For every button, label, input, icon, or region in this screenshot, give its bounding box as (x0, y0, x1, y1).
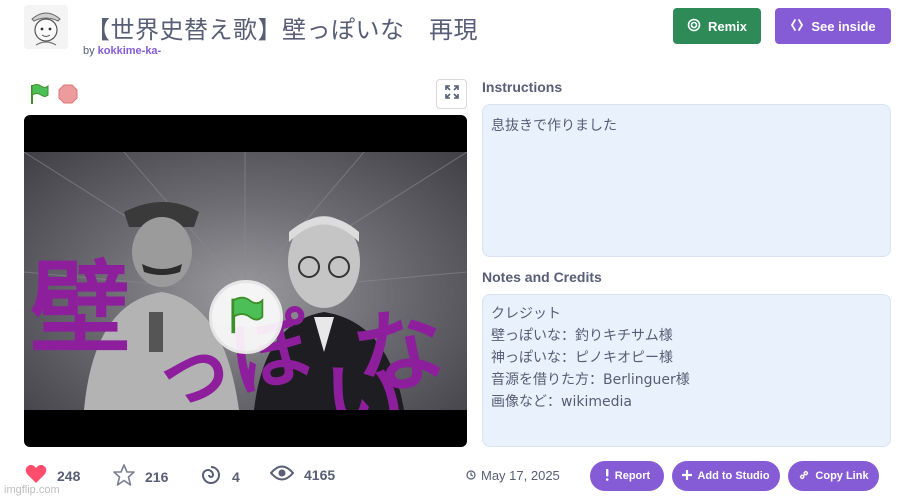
plus-icon (682, 469, 693, 483)
by-label: by (83, 45, 95, 57)
love-count: 248 (57, 467, 81, 484)
see-inside-icon (790, 18, 804, 35)
add-to-studio-label: Add to Studio (697, 470, 770, 482)
date-text: May 17, 2025 (481, 468, 560, 483)
favorite-count: 216 (145, 468, 169, 485)
notes-line: 神っぽいな：ピノキオピー様 (491, 350, 673, 366)
report-label: Report (614, 470, 651, 482)
stage-image: 壁 っぽ い な (24, 152, 467, 410)
remix-label: Remix (707, 18, 748, 34)
notes-line: 壁っぽいな：釣りキチサム様 (491, 328, 673, 344)
stop-icon[interactable] (58, 84, 78, 104)
link-icon (798, 469, 810, 484)
instructions-text: 息抜きで作りました (491, 118, 617, 134)
project-title: 【世界史替え歌】壁っぽいな 再現 (86, 16, 478, 44)
remix-count: 4 (232, 468, 240, 485)
see-inside-label: See inside (811, 18, 876, 34)
green-flag-icon[interactable] (28, 83, 50, 105)
share-date: May 17, 2025 (466, 468, 560, 483)
remix-button[interactable]: Remix (673, 8, 761, 44)
project-stage[interactable]: 壁 っぽ い な (24, 115, 467, 447)
notes-line: 画像など：wikimedia (491, 394, 632, 410)
report-button[interactable]: Report (590, 461, 664, 491)
overlay-text-kabe: 壁 (30, 249, 130, 367)
notes-heading: Notes and Credits (482, 269, 602, 285)
fullscreen-icon (444, 84, 459, 104)
copy-link-label: Copy Link (815, 470, 869, 482)
notes-panel: クレジット 壁っぽいな：釣りキチサム様 神っぽいな：ピノキオピー様 音源を借りた… (482, 294, 891, 447)
fullscreen-button[interactable] (436, 79, 467, 109)
add-to-studio-button[interactable]: Add to Studio (672, 461, 780, 491)
watermark: imgflip.com (4, 484, 60, 496)
notes-line: クレジット (491, 306, 561, 322)
see-inside-button[interactable]: See inside (775, 8, 891, 44)
clock-icon (466, 468, 476, 483)
green-flag-icon (226, 295, 266, 340)
stage-play-button[interactable] (209, 280, 283, 354)
remix-icon (687, 18, 701, 35)
instructions-heading: Instructions (482, 79, 563, 95)
byline: by kokkime-ka- (83, 45, 161, 57)
favorite-stat[interactable]: 216 (113, 464, 168, 489)
remix-count-icon (200, 464, 222, 489)
remix-stat: 4 (200, 464, 240, 489)
overlay-text-na: な (345, 291, 453, 410)
view-count: 4165 (304, 466, 336, 483)
view-stat: 4165 (269, 464, 336, 485)
author-avatar[interactable] (24, 5, 68, 49)
notes-line: 音源を借りた方：Berlinguer様 (491, 372, 690, 388)
star-icon (113, 464, 135, 489)
author-link[interactable]: kokkime-ka- (98, 45, 162, 57)
instructions-panel: 息抜きで作りました (482, 104, 891, 257)
exclamation-icon (604, 468, 610, 484)
eye-icon (269, 464, 295, 485)
copy-link-button[interactable]: Copy Link (788, 461, 879, 491)
